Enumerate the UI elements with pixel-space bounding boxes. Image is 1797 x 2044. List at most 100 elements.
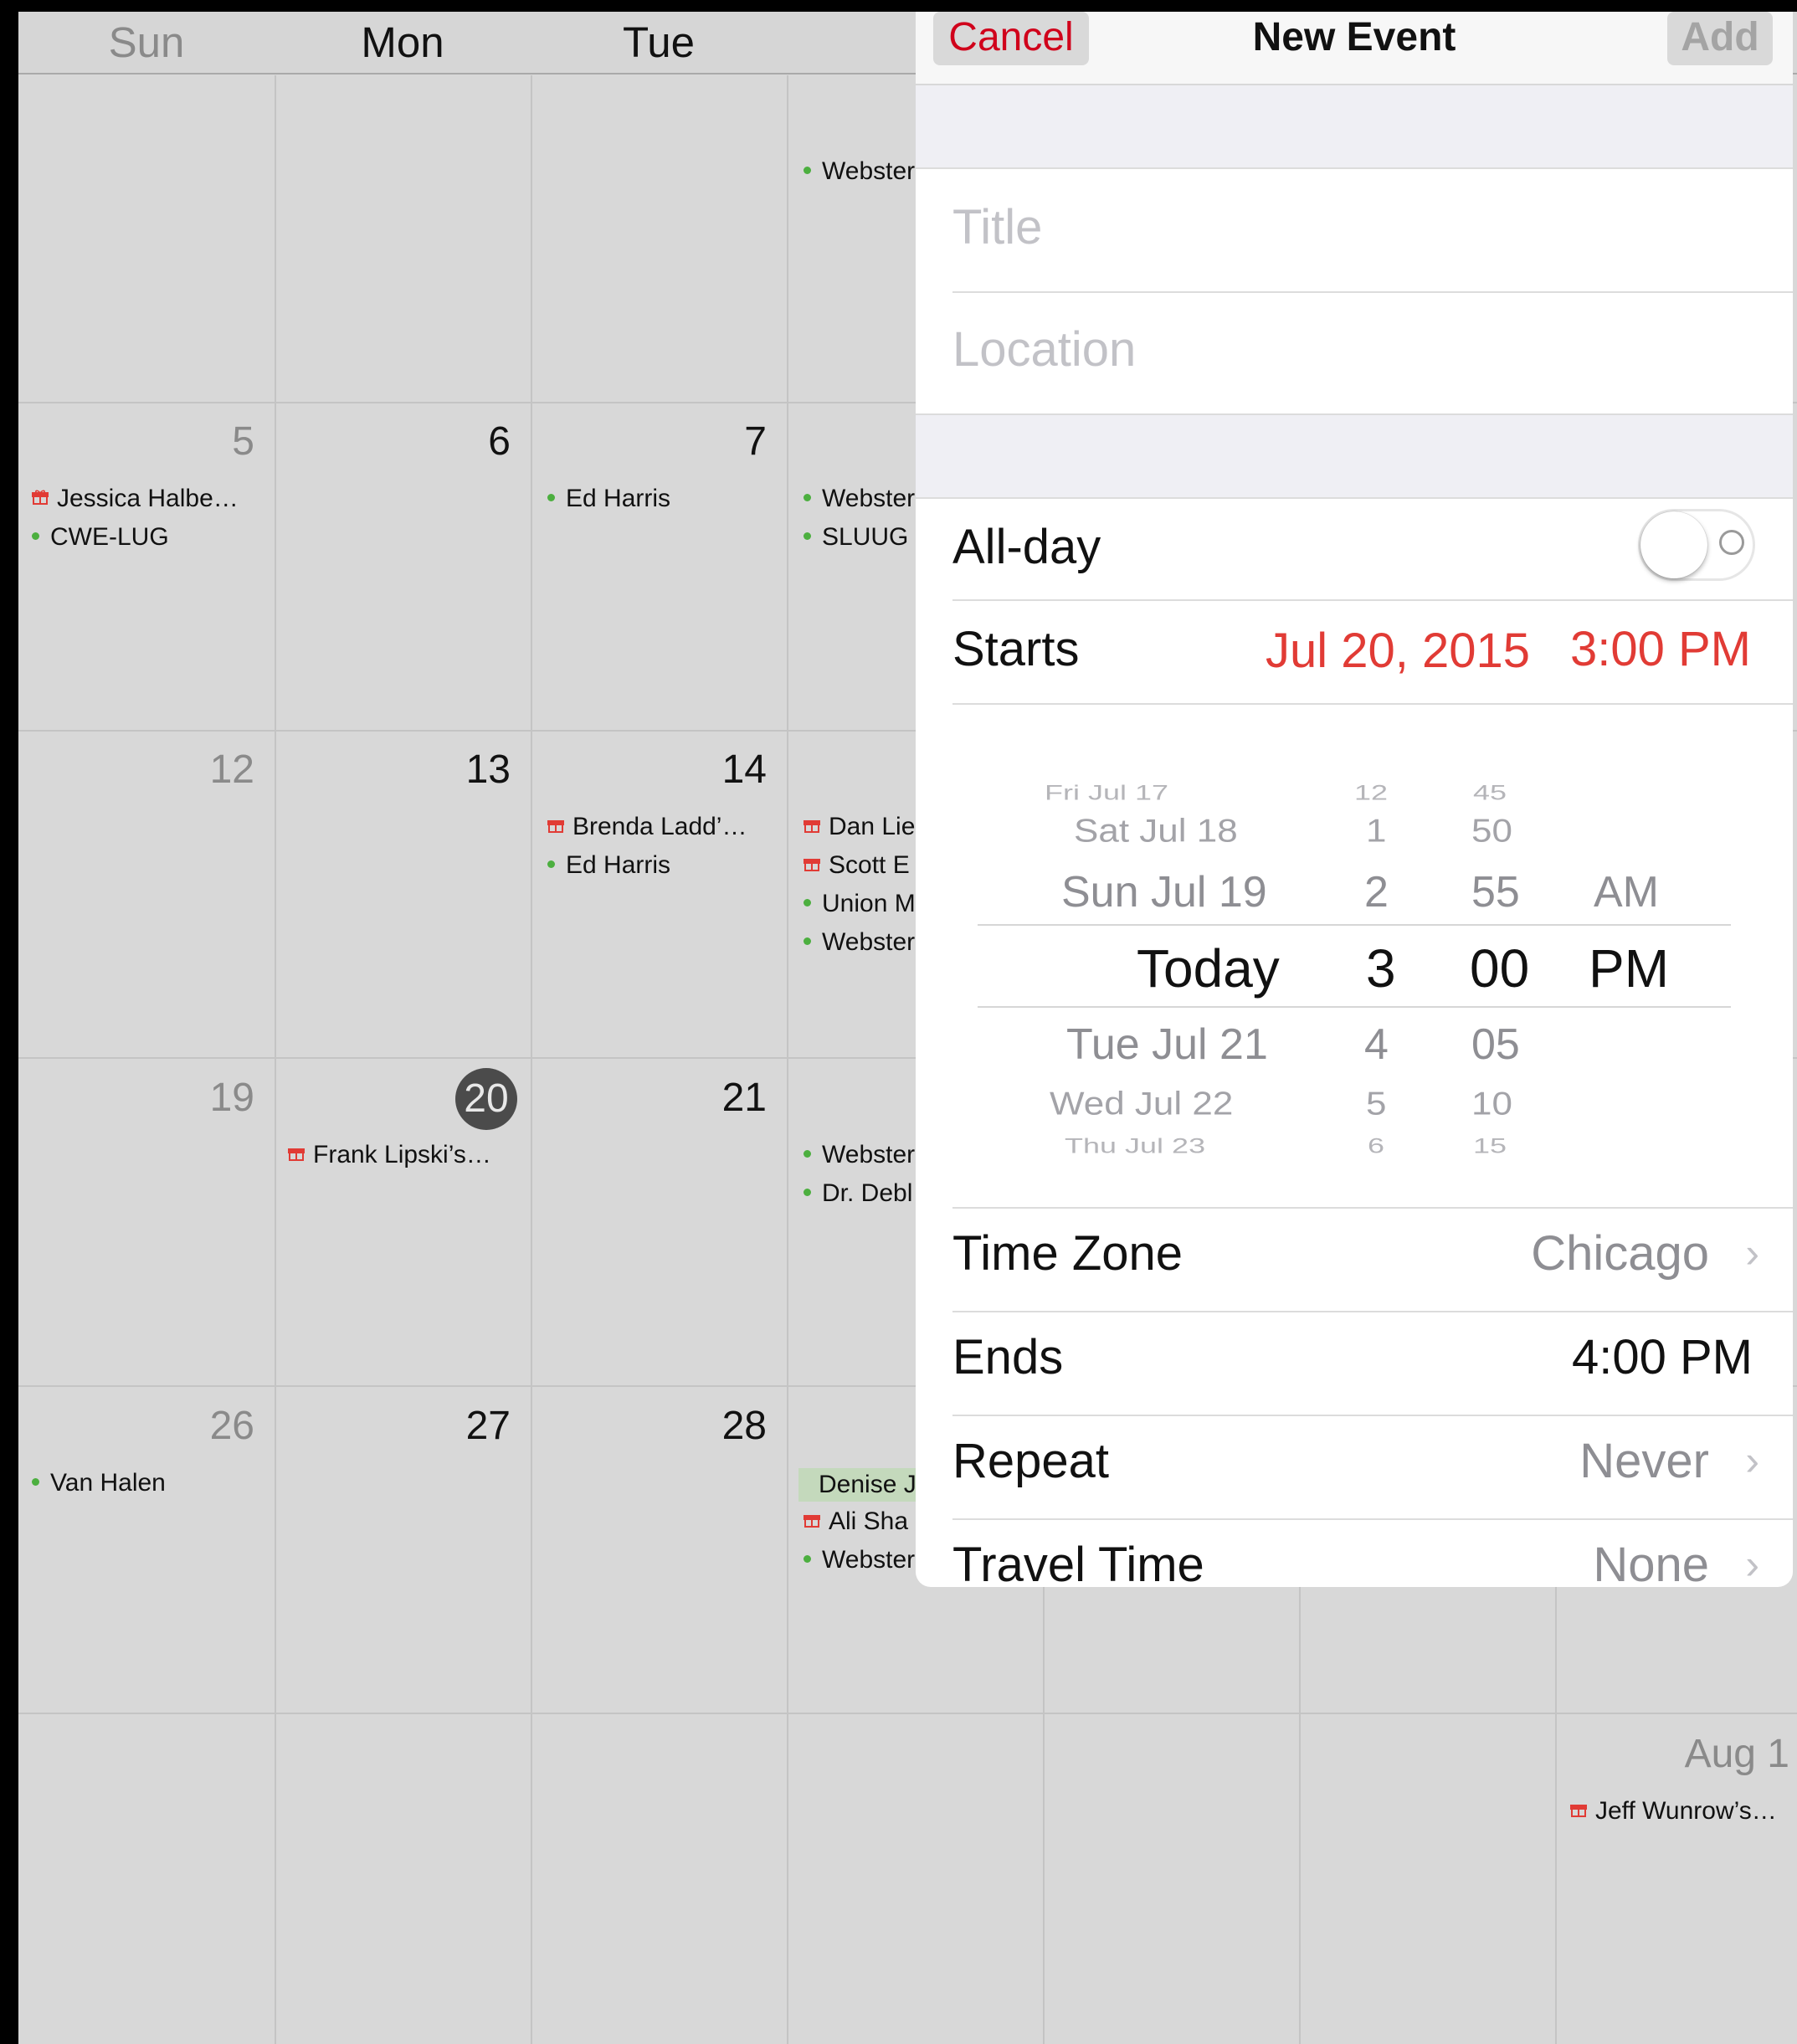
ipad-screen: Sun Mon Tue Webster 5 6 7 Jessica Halbe…… bbox=[0, 0, 1797, 2044]
divider bbox=[952, 1518, 1793, 1520]
weekday-mon: Mon bbox=[361, 18, 444, 66]
all-day-toggle[interactable] bbox=[1638, 509, 1755, 581]
day-number[interactable]: 7 bbox=[666, 417, 767, 467]
gift-icon bbox=[547, 820, 564, 834]
travel-time-label: Travel Time bbox=[952, 1538, 1204, 1587]
picker-selection-line bbox=[978, 924, 1731, 926]
divider bbox=[952, 1415, 1793, 1416]
divider bbox=[952, 1311, 1793, 1312]
starts-date-value[interactable]: Jul 20, 2015 bbox=[1266, 623, 1530, 679]
new-event-popover: New Event Cancel Add Title Location All-… bbox=[916, 12, 1793, 1587]
ends-value[interactable]: 4:00 PM bbox=[1572, 1329, 1753, 1385]
date-time-picker[interactable]: Fri Jul 17 Sat Jul 18 Sun Jul 19 Today T… bbox=[978, 740, 1748, 1158]
divider bbox=[952, 599, 1793, 601]
day-number[interactable]: 27 bbox=[410, 1401, 511, 1451]
picker-hour-option[interactable]: 1 bbox=[1366, 813, 1386, 850]
section-gap bbox=[916, 415, 1793, 497]
picker-date-option[interactable]: Sun Jul 19 bbox=[1061, 867, 1267, 917]
title-input[interactable]: Title bbox=[952, 199, 1042, 255]
divider bbox=[952, 1207, 1793, 1209]
event-dot-icon bbox=[804, 166, 811, 174]
day-number[interactable]: 5 bbox=[154, 417, 254, 467]
grid-line bbox=[787, 75, 788, 2044]
time-zone-label: Time Zone bbox=[952, 1226, 1183, 1281]
day-number[interactable]: 14 bbox=[666, 745, 767, 795]
picker-date-option[interactable]: Thu Jul 23 bbox=[1065, 1133, 1205, 1158]
picker-minute-option[interactable]: 55 bbox=[1471, 867, 1520, 917]
divider bbox=[916, 167, 1793, 169]
all-day-label: All-day bbox=[952, 520, 1101, 574]
calendar-event[interactable]: CWE-LUG bbox=[32, 519, 270, 556]
weekday-sun: Sun bbox=[108, 18, 185, 66]
calendar-event[interactable]: Frank Lipski’s… bbox=[288, 1137, 526, 1174]
event-dot-icon bbox=[804, 532, 811, 540]
day-number[interactable]: 13 bbox=[410, 745, 511, 795]
gift-icon bbox=[804, 820, 820, 834]
picker-hour-selected[interactable]: 3 bbox=[1366, 937, 1396, 999]
picker-minute-option[interactable]: 50 bbox=[1471, 813, 1512, 850]
picker-minute-option[interactable]: 10 bbox=[1471, 1086, 1512, 1122]
gift-icon bbox=[288, 1148, 305, 1162]
calendar-event[interactable]: Jessica Halbe… bbox=[32, 480, 270, 517]
starts-time-value[interactable]: 3:00 PM bbox=[1570, 621, 1751, 677]
calendar-event[interactable]: Van Halen bbox=[32, 1465, 270, 1502]
picker-hour-option[interactable]: 2 bbox=[1364, 867, 1389, 917]
picker-minute-selected[interactable]: 00 bbox=[1470, 937, 1529, 999]
weekday-tue: Tue bbox=[623, 18, 695, 66]
popover-navbar: New Event Cancel Add bbox=[916, 12, 1793, 85]
repeat-label: Repeat bbox=[952, 1434, 1110, 1488]
picker-hour-option[interactable]: 4 bbox=[1364, 1019, 1389, 1070]
picker-minute-option[interactable]: 05 bbox=[1471, 1019, 1520, 1070]
picker-minute-option[interactable]: 45 bbox=[1473, 780, 1507, 804]
event-dot-icon bbox=[804, 1554, 811, 1563]
toggle-off-indicator-icon bbox=[1719, 530, 1744, 555]
day-number[interactable]: 28 bbox=[666, 1401, 767, 1451]
picker-ampm-option[interactable]: AM bbox=[1594, 867, 1659, 917]
day-number[interactable]: 19 bbox=[154, 1073, 254, 1123]
event-dot-icon bbox=[547, 860, 555, 868]
chevron-right-icon: › bbox=[1745, 1541, 1759, 1587]
picker-date-option[interactable]: Wed Jul 22 bbox=[1050, 1086, 1233, 1122]
picker-minute-option[interactable]: 15 bbox=[1473, 1133, 1507, 1158]
calendar-event[interactable]: Ed Harris bbox=[547, 480, 782, 517]
divider bbox=[916, 497, 1793, 499]
divider bbox=[952, 291, 1793, 293]
section-gap bbox=[916, 85, 1793, 167]
picker-date-option[interactable]: Sat Jul 18 bbox=[1074, 813, 1238, 850]
gift-icon bbox=[1570, 1805, 1587, 1818]
event-dot-icon bbox=[547, 493, 555, 501]
chevron-right-icon: › bbox=[1745, 1437, 1759, 1484]
event-dot-icon bbox=[804, 937, 811, 945]
toggle-knob bbox=[1640, 511, 1707, 578]
picker-hour-option[interactable]: 5 bbox=[1366, 1086, 1386, 1122]
grid-line bbox=[275, 75, 276, 2044]
day-number-aug-1[interactable]: Aug 1 bbox=[1563, 1729, 1789, 1780]
today-day-number[interactable]: 20 bbox=[455, 1068, 517, 1130]
repeat-value[interactable]: Never bbox=[1579, 1433, 1709, 1489]
day-number[interactable]: 12 bbox=[154, 745, 254, 795]
add-button[interactable]: Add bbox=[1667, 12, 1773, 65]
picker-ampm-selected[interactable]: PM bbox=[1589, 937, 1669, 999]
day-number[interactable]: 6 bbox=[410, 417, 511, 467]
gift-icon bbox=[804, 859, 820, 872]
starts-label: Starts bbox=[952, 622, 1080, 676]
grid-line bbox=[531, 75, 532, 2044]
day-number[interactable]: 21 bbox=[666, 1073, 767, 1123]
time-zone-value[interactable]: Chicago bbox=[1531, 1225, 1709, 1281]
event-dot-icon bbox=[804, 1188, 811, 1196]
calendar-event[interactable]: Brenda Ladd’… bbox=[547, 809, 782, 845]
location-input[interactable]: Location bbox=[952, 321, 1136, 377]
picker-date-option[interactable]: Tue Jul 21 bbox=[1066, 1019, 1268, 1070]
gift-icon bbox=[32, 490, 49, 506]
calendar-event[interactable]: Ed Harris bbox=[547, 847, 782, 884]
picker-date-option[interactable]: Fri Jul 17 bbox=[1045, 780, 1168, 804]
cancel-button[interactable]: Cancel bbox=[933, 12, 1089, 65]
day-number[interactable]: 26 bbox=[154, 1401, 254, 1451]
travel-time-value[interactable]: None bbox=[1593, 1537, 1709, 1587]
calendar-event[interactable]: Jeff Wunrow’s… bbox=[1570, 1793, 1797, 1830]
picker-date-selected[interactable]: Today bbox=[1137, 937, 1280, 999]
event-dot-icon bbox=[804, 493, 811, 501]
gift-icon bbox=[804, 1515, 820, 1528]
picker-hour-option[interactable]: 12 bbox=[1354, 780, 1388, 804]
picker-hour-option[interactable]: 6 bbox=[1368, 1133, 1384, 1158]
